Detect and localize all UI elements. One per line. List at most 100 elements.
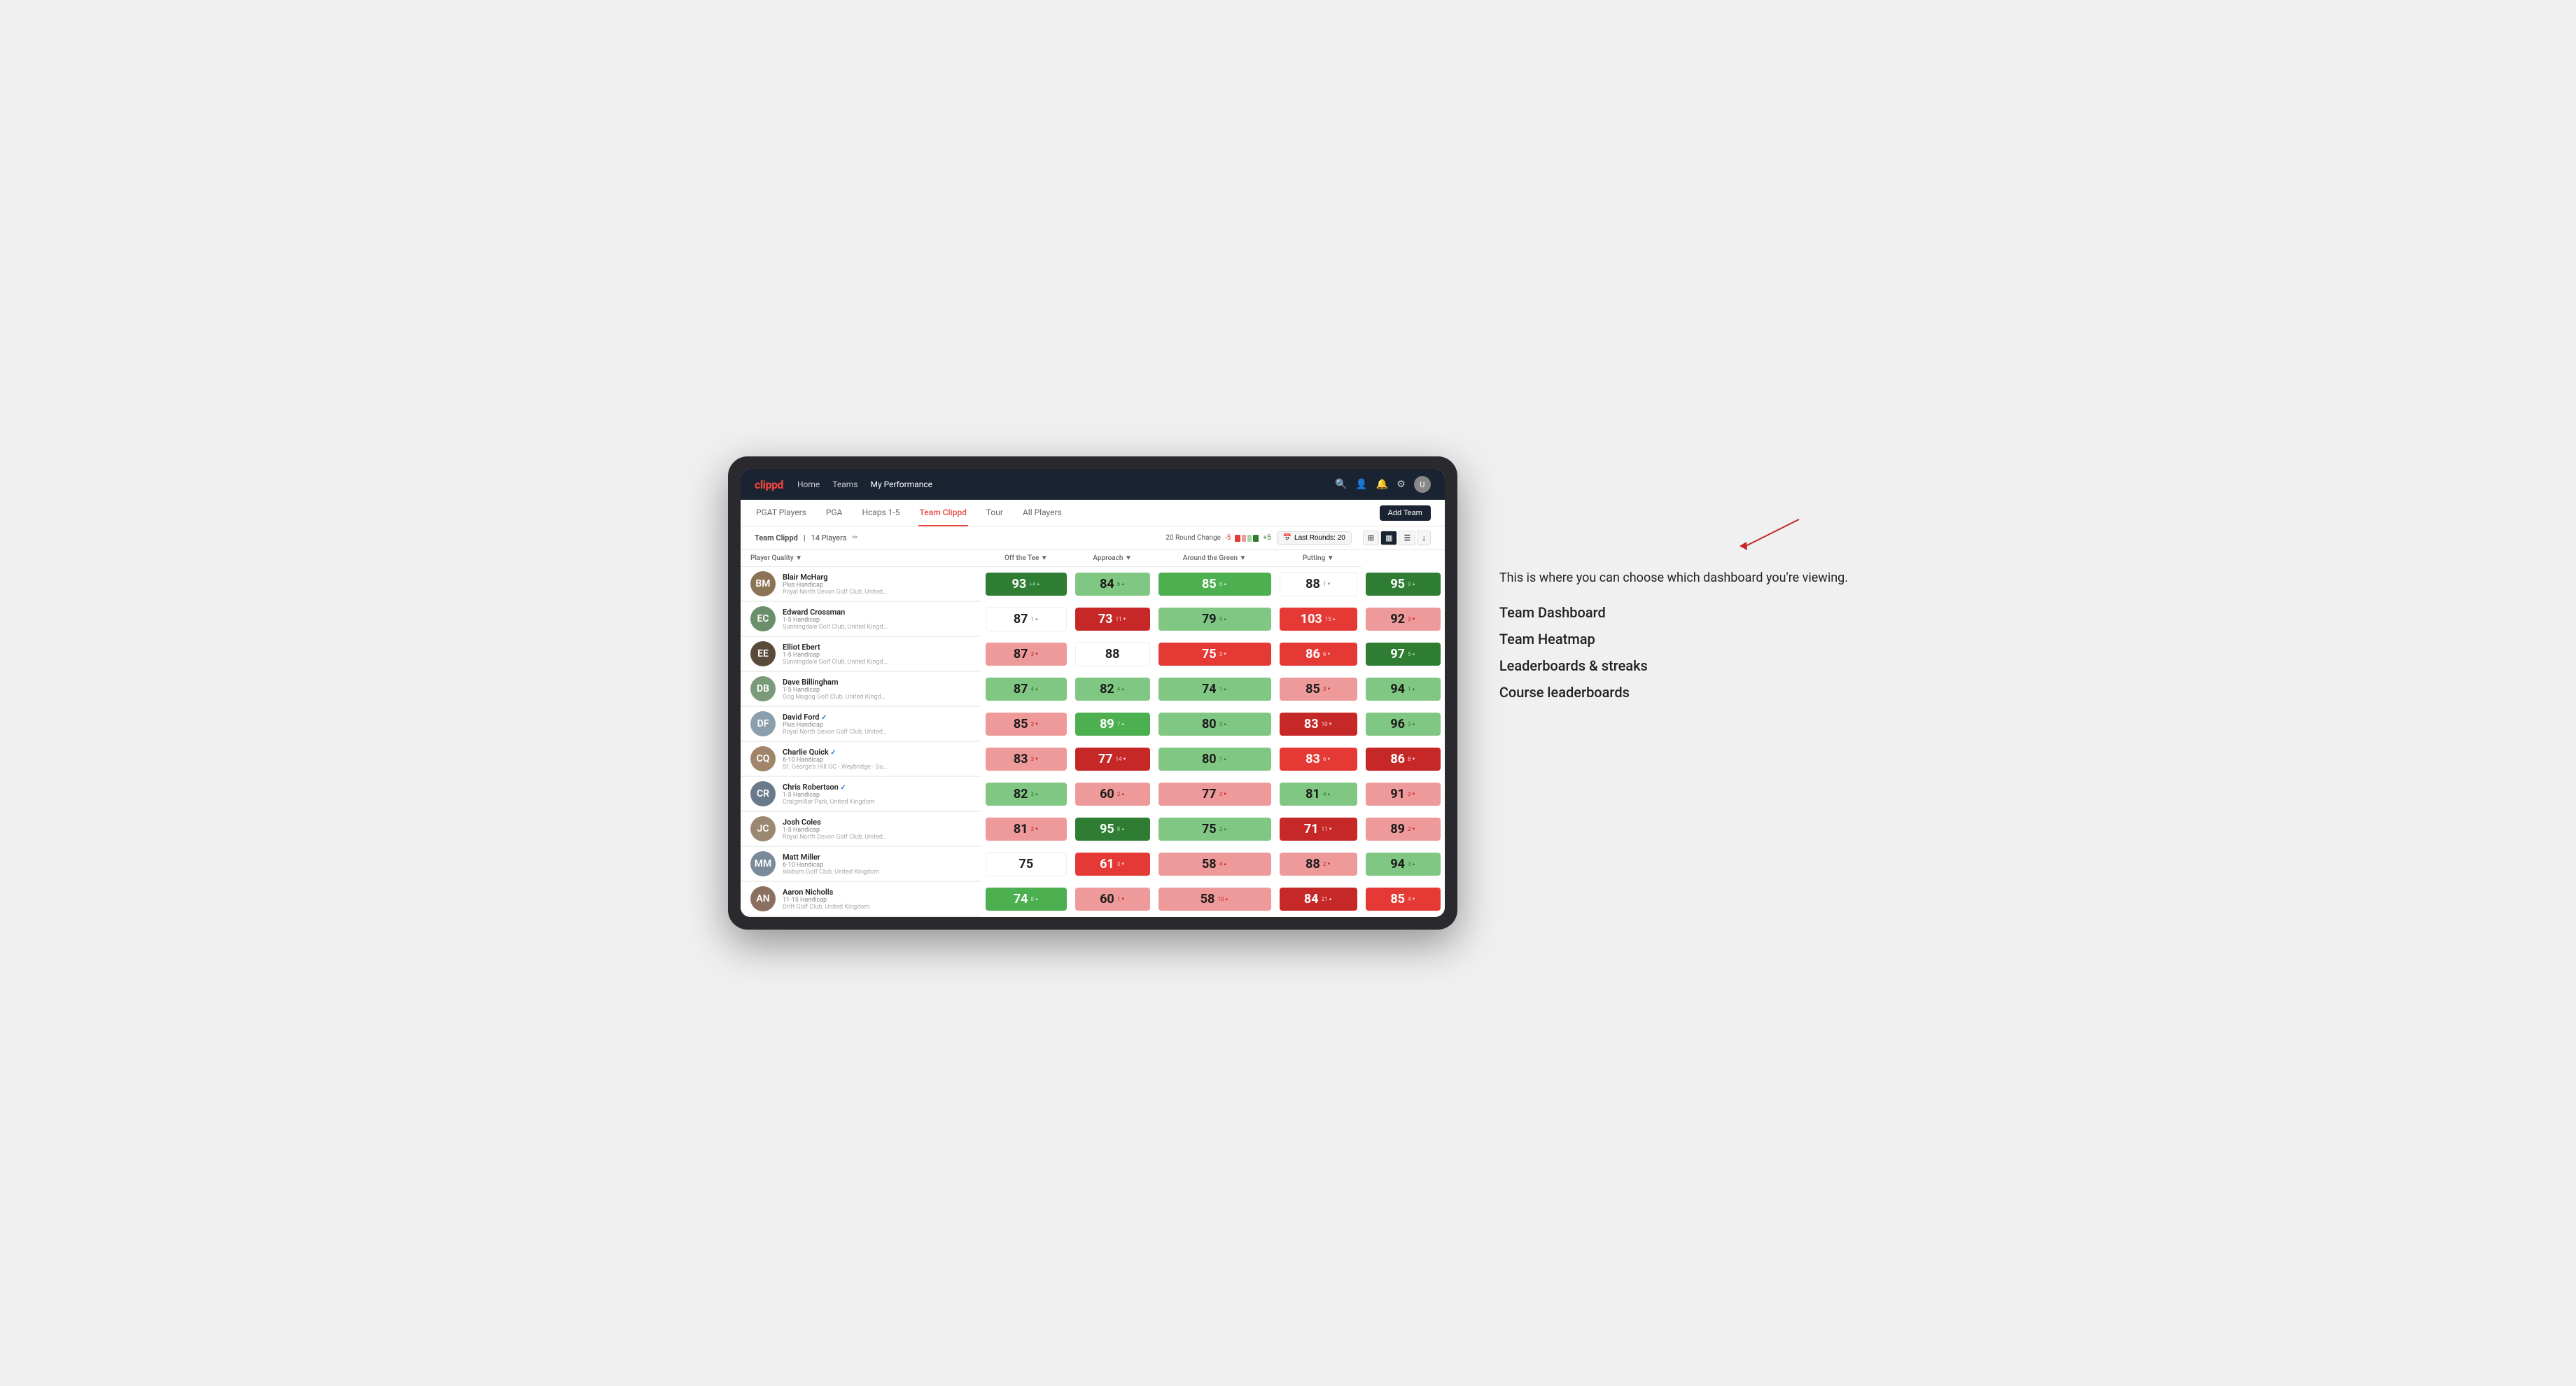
player-cell[interactable]: BMBlair McHargPlus HandicapRoyal North D…	[741, 567, 981, 602]
score-change: 3▼	[1030, 756, 1038, 762]
nav-link-home[interactable]: Home	[797, 477, 820, 492]
table-row[interactable]: DFDavid Ford ✓Plus HandicapRoyal North D…	[741, 707, 1445, 742]
score-box: 853▼	[986, 713, 1067, 736]
player-cell[interactable]: JCJosh Coles1-5 HandicapRoyal North Devo…	[741, 812, 981, 847]
list-view-button[interactable]: ☰	[1399, 531, 1415, 545]
subnav-allplayers[interactable]: All Players	[1021, 500, 1063, 526]
player-cell[interactable]: ANAaron Nicholls11-15 HandicapDrift Golf…	[741, 882, 981, 917]
score-number: 89	[1100, 717, 1114, 732]
table-row[interactable]: CRChris Robertson ✓1-5 HandicapCraigmill…	[741, 777, 1445, 812]
table-row[interactable]: JCJosh Coles1-5 HandicapRoyal North Devo…	[741, 812, 1445, 847]
score-cell-putting: 959▲	[1362, 567, 1445, 602]
table-row[interactable]: CQCharlie Quick ✓6-10 HandicapSt. George…	[741, 742, 1445, 777]
score-change: 2▼	[1323, 861, 1331, 867]
table-row[interactable]: EEElliot Ebert1-5 HandicapSunningdale Go…	[741, 637, 1445, 672]
score-cell-quality: 748▲	[981, 882, 1071, 917]
player-info-cell: BMBlair McHargPlus HandicapRoyal North D…	[741, 567, 981, 601]
page-container: clippd Home Teams My Performance 🔍 👤 🔔 ⚙…	[728, 456, 1848, 930]
avatar: EC	[750, 606, 776, 631]
score-box: 881▼	[1280, 572, 1357, 596]
score-change: 2▼	[1408, 826, 1415, 832]
player-club: Drift Golf Club, United Kingdom	[783, 904, 869, 911]
nav-logo[interactable]: clippd	[755, 478, 783, 491]
nav-link-teams[interactable]: Teams	[832, 477, 858, 492]
heatmap-view-button[interactable]: ▦	[1380, 531, 1397, 545]
player-details: Dave Billingham1-5 HandicapGog Magog Gol…	[783, 678, 888, 701]
score-cell-off_tee: 7714▼	[1071, 742, 1154, 777]
annotation-arrow	[1499, 512, 1848, 554]
plus-value: +5	[1263, 534, 1270, 542]
score-number: 85	[1390, 892, 1405, 906]
score-cell-around_green: 814▲	[1275, 777, 1362, 812]
verified-icon: ✓	[839, 784, 846, 792]
subnav-teamclippd[interactable]: Team Clippd	[918, 500, 968, 526]
nav-link-myperformance[interactable]: My Performance	[870, 477, 932, 492]
add-team-button[interactable]: Add Team	[1380, 505, 1431, 521]
player-cell[interactable]: MMMatt Miller6-10 HandicapWoburn Golf Cl…	[741, 847, 981, 882]
search-icon[interactable]: 🔍	[1335, 479, 1347, 490]
player-name: Josh Coles	[783, 818, 888, 827]
score-change: 2▲	[1117, 791, 1125, 797]
player-cell[interactable]: CQCharlie Quick ✓6-10 HandicapSt. George…	[741, 742, 981, 777]
grid-view-button[interactable]: ⊞	[1363, 531, 1379, 545]
player-handicap: Plus Handicap	[783, 582, 888, 589]
score-box: 753▼	[1158, 643, 1271, 666]
score-cell-approach: 773▼	[1154, 777, 1275, 812]
score-change: 1▼	[1323, 581, 1331, 587]
score-change: 3▲	[1408, 721, 1415, 727]
player-club: Sunningdale Golf Club, United Kingdom	[783, 659, 888, 666]
player-details: David Ford ✓Plus HandicapRoyal North Dev…	[783, 713, 888, 736]
table-row[interactable]: ANAaron Nicholls11-15 HandicapDrift Golf…	[741, 882, 1445, 917]
edit-icon[interactable]: ✏	[853, 534, 858, 542]
score-change: 11▼	[1322, 826, 1333, 832]
score-cell-putting: 892▼	[1362, 812, 1445, 847]
last-rounds-button[interactable]: 📅 Last Rounds: 20	[1277, 531, 1352, 545]
score-number: 103	[1301, 612, 1322, 626]
col-header-player[interactable]: Player Quality ▼	[741, 550, 981, 567]
annotation-item-leaderboards: Leaderboards & streaks	[1499, 657, 1848, 674]
score-change: 4▲	[1219, 861, 1227, 867]
person-icon[interactable]: 👤	[1355, 479, 1367, 490]
col-header-aroundgreen[interactable]: Around the Green ▼	[1154, 550, 1275, 567]
score-number: 88	[1105, 647, 1120, 662]
score-box: 874▲	[986, 678, 1067, 701]
score-number: 71	[1304, 822, 1319, 836]
settings-icon[interactable]: ⚙	[1396, 479, 1406, 490]
score-number: 75	[1202, 647, 1217, 662]
table-row[interactable]: BMBlair McHargPlus HandicapRoyal North D…	[741, 567, 1445, 602]
round-change-label: 20 Round Change	[1166, 534, 1221, 542]
col-header-approach[interactable]: Approach ▼	[1071, 550, 1154, 567]
player-info-cell: CRChris Robertson ✓1-5 HandicapCraigmill…	[741, 777, 981, 811]
player-cell[interactable]: DFDavid Ford ✓Plus HandicapRoyal North D…	[741, 707, 981, 742]
table-row[interactable]: ECEdward Crossman1-5 HandicapSunningdale…	[741, 602, 1445, 637]
score-change: 4▲	[1323, 791, 1331, 797]
col-header-offtee[interactable]: Off the Tee ▼	[981, 550, 1071, 567]
nav-links: Home Teams My Performance	[797, 477, 1321, 492]
player-club: Royal North Devon Golf Club, United King…	[783, 834, 888, 841]
player-cell[interactable]: CRChris Robertson ✓1-5 HandicapCraigmill…	[741, 777, 981, 812]
subnav-pga[interactable]: PGA	[825, 500, 844, 526]
subnav-tour[interactable]: Tour	[985, 500, 1004, 526]
nav-bar: clippd Home Teams My Performance 🔍 👤 🔔 ⚙…	[741, 469, 1445, 500]
table-row[interactable]: MMMatt Miller6-10 HandicapWoburn Golf Cl…	[741, 847, 1445, 882]
subnav-hcaps[interactable]: Hcaps 1-5	[860, 500, 901, 526]
col-header-putting[interactable]: Putting ▼	[1275, 550, 1362, 567]
export-button[interactable]: ↓	[1417, 531, 1431, 545]
player-cell[interactable]: EEElliot Ebert1-5 HandicapSunningdale Go…	[741, 637, 981, 672]
player-cell[interactable]: DBDave Billingham1-5 HandicapGog Magog G…	[741, 672, 981, 707]
score-number: 97	[1390, 647, 1405, 662]
table-row[interactable]: DBDave Billingham1-5 HandicapGog Magog G…	[741, 672, 1445, 707]
score-change: 21▲	[1322, 896, 1333, 902]
score-box: 752▲	[1158, 818, 1271, 841]
score-number: 81	[1306, 787, 1320, 802]
avatar[interactable]: U	[1414, 476, 1431, 493]
score-box: 824▲	[1075, 678, 1150, 701]
score-number: 80	[1202, 752, 1217, 766]
score-number: 86	[1390, 752, 1405, 766]
bell-icon[interactable]: 🔔	[1376, 479, 1388, 490]
player-name: David Ford ✓	[783, 713, 888, 722]
player-cell[interactable]: ECEdward Crossman1-5 HandicapSunningdale…	[741, 602, 981, 637]
subnav-pgat[interactable]: PGAT Players	[755, 500, 808, 526]
score-box: 803▲	[1158, 713, 1271, 736]
score-change: 6▼	[1323, 651, 1331, 657]
